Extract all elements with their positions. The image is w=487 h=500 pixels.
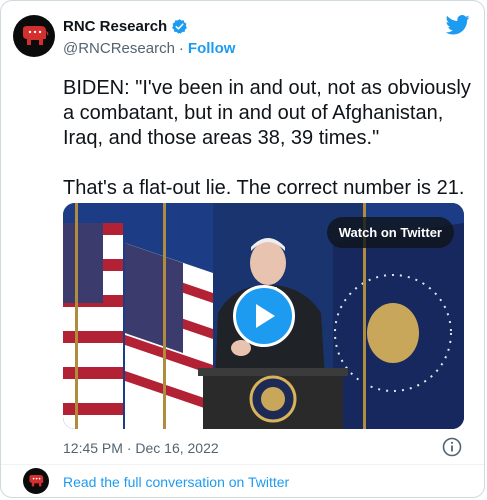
watch-on-twitter-button[interactable]: Watch on Twitter: [326, 217, 454, 248]
read-full-conversation-link[interactable]: Read the full conversation on Twitter: [63, 474, 289, 490]
embedded-tweet-card: RNC Research @RNCResearch · Follow BIDEN…: [0, 0, 485, 498]
separator-dot: ·: [178, 40, 184, 57]
tweet-text: BIDEN: "I've been in and out, not as obv…: [63, 76, 473, 201]
tweet-paragraph-quote: BIDEN: "I've been in and out, not as obv…: [63, 77, 471, 149]
play-icon: [256, 304, 275, 328]
elephant-logo-icon: [23, 26, 49, 45]
play-button[interactable]: [233, 285, 295, 347]
account-name[interactable]: RNC Research: [63, 18, 167, 35]
footer-elephant-logo-icon: [23, 468, 49, 494]
video-thumbnail[interactable]: Watch on Twitter: [63, 203, 464, 429]
follow-button[interactable]: Follow: [188, 40, 236, 57]
verified-badge-icon: [171, 18, 188, 35]
twitter-bird-icon[interactable]: [445, 15, 470, 40]
footer-divider: [1, 464, 484, 465]
tweet-timestamp[interactable]: 12:45 PM · Dec 16, 2022: [63, 440, 219, 456]
account-avatar[interactable]: [13, 15, 55, 57]
account-handle-row: @RNCResearch · Follow: [63, 40, 235, 57]
account-name-row: RNC Research: [63, 18, 188, 35]
info-icon[interactable]: [442, 437, 462, 462]
account-handle[interactable]: @RNCResearch: [63, 40, 175, 57]
tweet-paragraph-claim: That's a flat-out lie. The correct numbe…: [63, 177, 465, 199]
